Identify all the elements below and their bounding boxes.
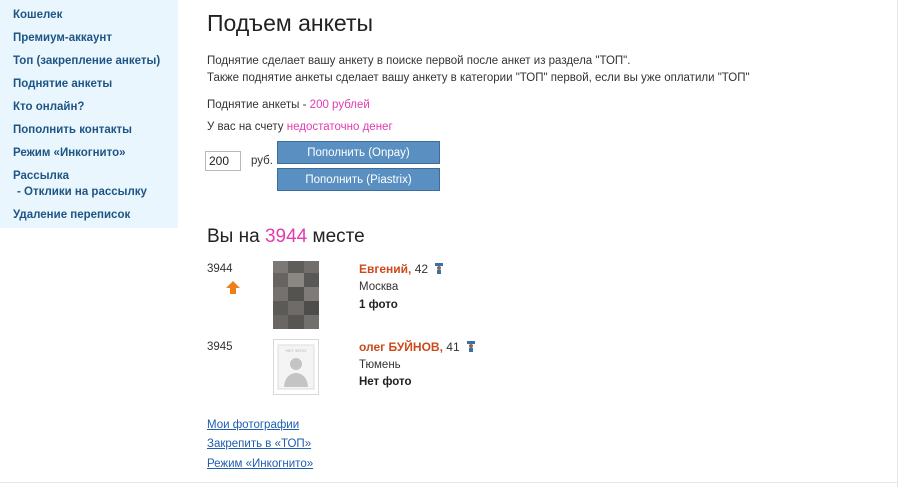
balance-label: У вас на счету [207, 121, 284, 133]
no-photo-text: НЕТ ФОТО [286, 348, 307, 353]
balance-row: У вас на счету недостаточно денег [207, 121, 393, 133]
sidebar-item-premium[interactable]: Премиум-аккаунт [13, 32, 112, 44]
sidebar-item-top[interactable]: Топ (закрепление анкеты) [13, 55, 160, 67]
page-title: Подъем анкеты [207, 10, 374, 36]
profile-rank: 3945 [207, 341, 233, 353]
male-icon [435, 263, 444, 274]
frame-border-bottom [0, 482, 898, 483]
place-heading: Вы на 3944 месте [207, 226, 365, 248]
place-suffix: месте [312, 226, 365, 247]
sidebar-item-mailing-replies[interactable]: - Отклики на рассылку [17, 186, 147, 198]
sidebar-item-wallet[interactable]: Кошелек [13, 9, 62, 21]
profile-photo-count: Нет фото [359, 376, 412, 388]
arrow-up-icon [226, 281, 240, 294]
sidebar-item-who-online[interactable]: Кто онлайн? [13, 101, 84, 113]
lift-price-row: Поднятие анкеты - 200 рублей [207, 99, 370, 111]
profile-name[interactable]: олег БУЙНОВ, 41 [359, 340, 475, 354]
sidebar-item-incognito[interactable]: Режим «Инкогнито» [13, 147, 126, 159]
profile-age: 41 [446, 340, 460, 354]
balance-status: недостаточно денег [286, 121, 393, 133]
pin-top-link[interactable]: Закрепить в «ТОП» [207, 438, 311, 450]
profile-name-text[interactable]: олег БУЙНОВ, [359, 340, 443, 354]
incognito-link[interactable]: Режим «Инкогнито» [207, 458, 313, 470]
sidebar-item-mailing[interactable]: Рассылка [13, 170, 69, 182]
profile-photo[interactable] [273, 261, 319, 329]
sidebar-item-delete-chats[interactable]: Удаление переписок [13, 209, 130, 221]
topup-piastrix-button[interactable]: Пополнить (Piastrix) [277, 168, 440, 191]
lift-price-label: Поднятие анкеты - [207, 99, 307, 111]
currency-label: руб. [251, 155, 273, 167]
profile-name[interactable]: Евгений, 42 [359, 262, 444, 276]
profile-city: Тюмень [359, 359, 401, 371]
frame-border-right [897, 0, 898, 487]
profile-name-text[interactable]: Евгений, [359, 262, 411, 276]
no-photo-placeholder[interactable]: НЕТ ФОТО [273, 339, 319, 395]
sidebar: Кошелек Премиум-аккаунт Топ (закрепление… [0, 0, 178, 228]
topup-onpay-button[interactable]: Пополнить (Onpay) [277, 141, 440, 164]
amount-input[interactable] [205, 151, 241, 171]
profile-rank: 3944 [207, 263, 233, 275]
male-icon [466, 341, 475, 352]
sidebar-item-lift[interactable]: Поднятие анкеты [13, 78, 112, 90]
my-photos-link[interactable]: Мои фотографии [207, 419, 299, 431]
sidebar-item-contacts[interactable]: Пополнить контакты [13, 124, 132, 136]
profile-age: 42 [414, 262, 429, 276]
description-line-2: Также поднятие анкеты сделает вашу анкет… [207, 72, 750, 84]
description-line-1: Поднятие сделает вашу анкету в поиске пе… [207, 55, 631, 67]
profile-city: Москва [359, 281, 399, 293]
place-number: 3944 [264, 226, 308, 247]
place-prefix: Вы на [207, 226, 260, 247]
lift-price-value: 200 рублей [309, 99, 370, 111]
profile-photo-count: 1 фото [359, 299, 398, 311]
